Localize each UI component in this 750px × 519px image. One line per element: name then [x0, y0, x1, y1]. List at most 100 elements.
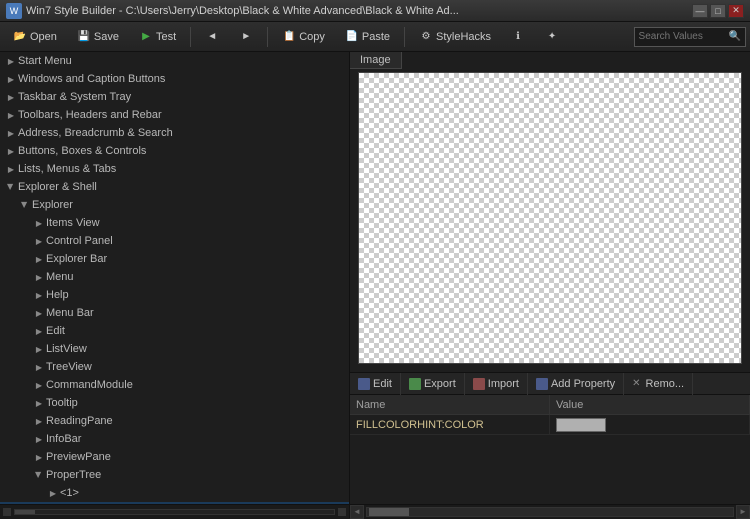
tree-item[interactable]: ▶<1> [0, 484, 349, 502]
tree-item[interactable]: ▶TreeView [0, 358, 349, 376]
header-name: Name [350, 395, 550, 414]
tree-item[interactable]: ▶Windows and Caption Buttons [0, 70, 349, 88]
tree-item[interactable]: ▶Menu [0, 268, 349, 286]
toolbar: 📂 Open 💾 Save ▶ Test ◄ ► 📋 Copy 📄 Paste … [0, 22, 750, 52]
tree-item[interactable]: ▶Control Panel [0, 232, 349, 250]
props-row-1[interactable]: FILLCOLORHINT:COLOR [350, 415, 750, 435]
search-box: 🔍 [634, 27, 746, 47]
tree-arrow: ▶ [32, 414, 46, 428]
test-button[interactable]: ▶ Test [130, 26, 185, 48]
tree-item[interactable]: ▶Lists, Menus & Tabs [0, 160, 349, 178]
tree-item[interactable]: ▶PreviewPane [0, 448, 349, 466]
image-tab[interactable]: Image [350, 52, 402, 69]
test-icon: ▶ [139, 30, 153, 44]
tree-arrow: ▶ [32, 270, 46, 284]
save-icon: 💾 [77, 30, 91, 44]
h-scrollbar-track[interactable] [366, 507, 734, 517]
tree-label: Taskbar & System Tray [18, 91, 131, 103]
tree-arrow: ▶ [32, 252, 46, 266]
tree-arrow: ▶ [32, 396, 46, 410]
tree-arrow: ▶ [32, 216, 46, 230]
bottom-area: Edit Export Import Add Property ✕ Remo..… [350, 373, 750, 518]
tree-label: <1> [60, 487, 79, 499]
minimize-button[interactable]: — [692, 4, 708, 18]
tree-item[interactable]: ▶Buttons, Boxes & Controls [0, 142, 349, 160]
copy-button[interactable]: 📋 Copy [273, 26, 334, 48]
paste-button[interactable]: 📄 Paste [336, 26, 399, 48]
tree-label: Lists, Menus & Tabs [18, 163, 116, 175]
tree-label: PreviewPane [46, 451, 111, 463]
search-button[interactable]: 🔍 [729, 31, 741, 42]
tab-add-property[interactable]: Add Property [528, 373, 624, 395]
tree-arrow: ▶ [4, 144, 18, 158]
extra-icon: ✦ [545, 30, 559, 44]
tree-item[interactable]: ▶Taskbar & System Tray [0, 88, 349, 106]
scroll-left-button[interactable]: ◄ [350, 505, 364, 519]
separator-1 [190, 27, 191, 47]
scroll-right-button[interactable]: ► [736, 505, 750, 519]
tree-item[interactable]: ▶Address, Breadcrumb & Search [0, 124, 349, 142]
tree-item[interactable]: ▶CommandModule [0, 376, 349, 394]
title-bar: W Win7 Style Builder - C:\Users\Jerry\De… [0, 0, 750, 22]
bottom-scrollbar[interactable]: ◄ ► [350, 504, 750, 518]
tree-arrow: ▶ [18, 198, 32, 212]
tree-label: ListView [46, 343, 87, 355]
tree-arrow: ▶ [32, 234, 46, 248]
tree-item[interactable]: ▶Start Menu [0, 52, 349, 70]
info-button[interactable]: ℹ [502, 26, 534, 48]
tree-arrow: ▶ [4, 126, 18, 140]
tree-arrow: ▶ [4, 180, 18, 194]
tree-item[interactable]: ▶InfoBar [0, 430, 349, 448]
h-scrollbar-thumb[interactable] [369, 508, 409, 516]
save-button[interactable]: 💾 Save [68, 26, 128, 48]
tree-item[interactable]: ▶Explorer Bar [0, 250, 349, 268]
tree-label: Explorer [32, 199, 73, 211]
tree-arrow: ▶ [46, 486, 60, 500]
paste-icon: 📄 [345, 30, 359, 44]
redo-icon: ► [239, 30, 253, 44]
tree-arrow: ▶ [32, 450, 46, 464]
undo-button[interactable]: ◄ [196, 26, 228, 48]
tree-item[interactable]: ▶ReadingPane [0, 412, 349, 430]
tab-import[interactable]: Import [465, 373, 528, 395]
image-canvas [358, 72, 742, 364]
tree-item[interactable]: ▶Tooltip [0, 394, 349, 412]
close-button[interactable]: ✕ [728, 4, 744, 18]
separator-2 [267, 27, 268, 47]
tree-item[interactable]: ▶Explorer [0, 196, 349, 214]
import-tab-icon [473, 378, 485, 390]
tree-arrow: ▶ [32, 468, 46, 482]
tree-item[interactable]: ▶Help [0, 286, 349, 304]
window-controls: — □ ✕ [692, 4, 744, 18]
stylehacks-icon: ⚙ [419, 30, 433, 44]
redo-button[interactable]: ► [230, 26, 262, 48]
tree-item[interactable]: ▶Explorer & Shell [0, 178, 349, 196]
tree-item[interactable]: ▶Menu Bar [0, 304, 349, 322]
tree-item[interactable]: ▶Edit [0, 322, 349, 340]
tab-remove[interactable]: ✕ Remo... [624, 373, 693, 395]
tab-edit[interactable]: Edit [350, 373, 401, 395]
tree-label: Start Menu [18, 55, 72, 67]
search-input[interactable] [639, 31, 729, 42]
tree-arrow: ▶ [32, 360, 46, 374]
open-button[interactable]: 📂 Open [4, 26, 66, 48]
tree-label: Buttons, Boxes & Controls [18, 145, 146, 157]
tree-arrow: ▶ [32, 378, 46, 392]
header-value: Value [550, 395, 750, 414]
tree-arrow: ▶ [4, 54, 18, 68]
color-swatch-1[interactable] [556, 418, 606, 432]
tree-item[interactable]: ▶Toolbars, Headers and Rebar [0, 106, 349, 124]
tree-item[interactable]: ▶Items View [0, 214, 349, 232]
maximize-button[interactable]: □ [710, 4, 726, 18]
extra-button[interactable]: ✦ [536, 26, 568, 48]
tree-item[interactable]: ▶ProperTree [0, 466, 349, 484]
image-area: Image [350, 52, 750, 373]
main-content: ▶Start Menu▶Windows and Caption Buttons▶… [0, 52, 750, 518]
tree-label: Windows and Caption Buttons [18, 73, 165, 85]
tree-label: ProperTree [46, 469, 101, 481]
tab-export[interactable]: Export [401, 373, 465, 395]
tree-item[interactable]: ▶ListView [0, 340, 349, 358]
stylehacks-button[interactable]: ⚙ StyleHacks [410, 26, 500, 48]
tree-label: Explorer Bar [46, 253, 107, 265]
add-property-tab-icon [536, 378, 548, 390]
